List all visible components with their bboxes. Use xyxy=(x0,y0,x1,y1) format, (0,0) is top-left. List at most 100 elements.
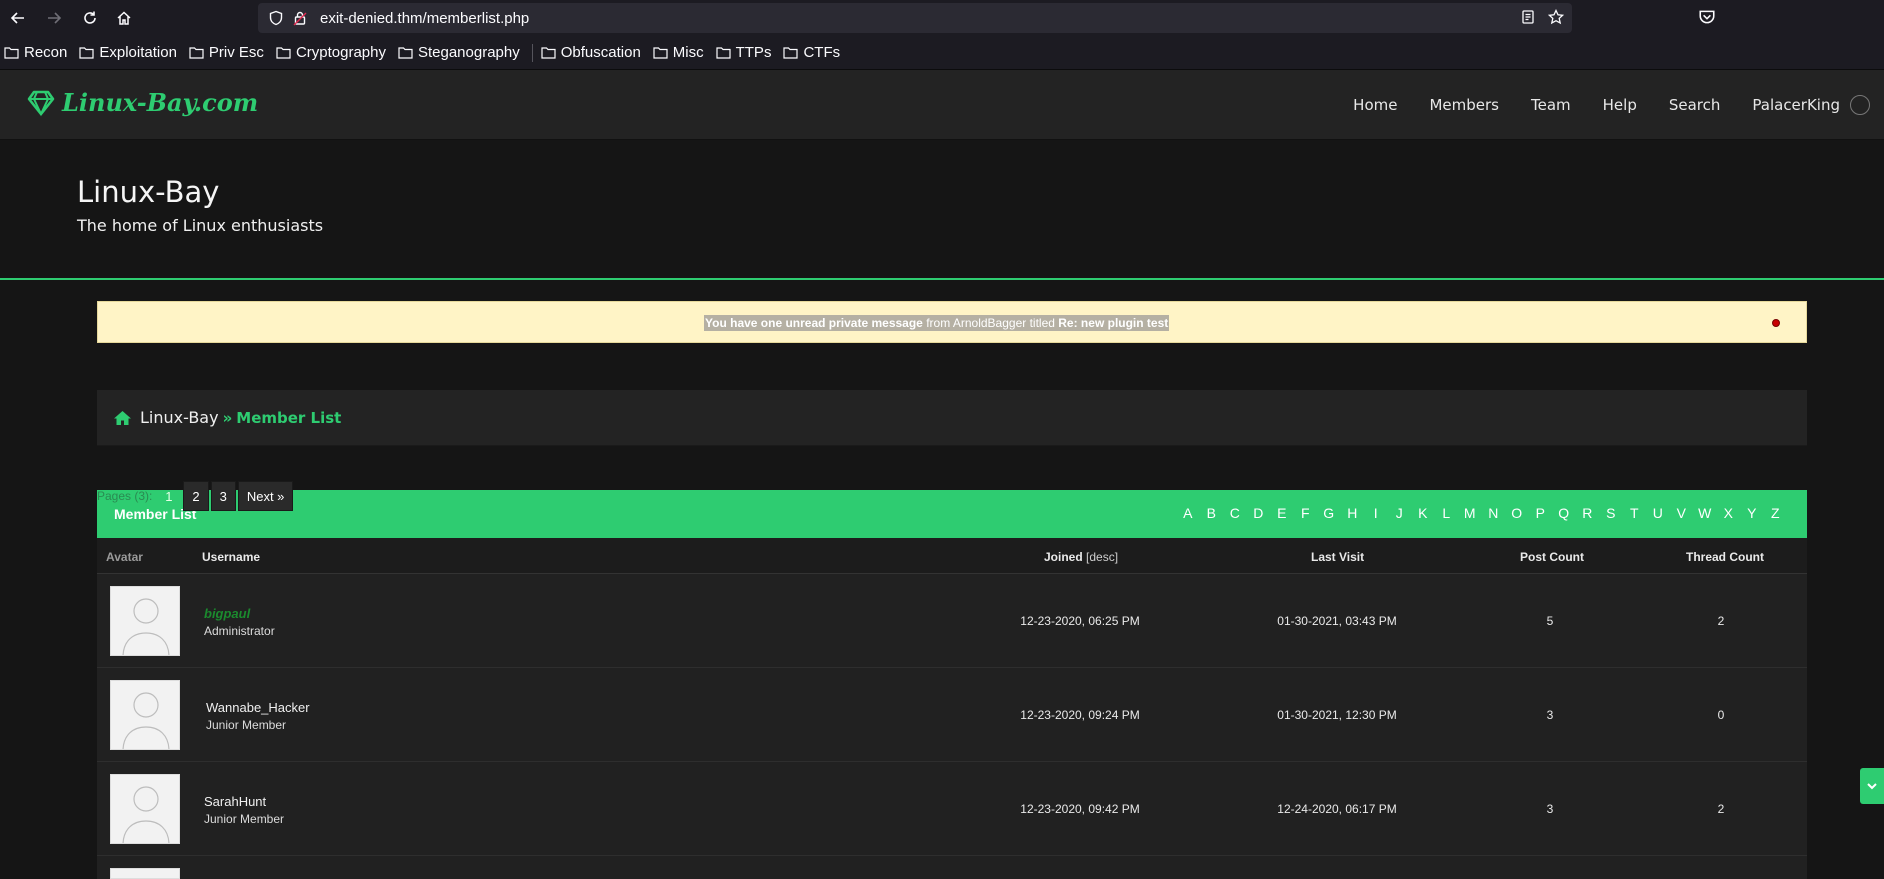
avatar[interactable] xyxy=(110,868,180,879)
bookmark-folder-misc[interactable]: Misc xyxy=(653,44,704,61)
pm-alert-subject[interactable]: Re: new plugin test xyxy=(1058,316,1168,330)
diamond-icon xyxy=(27,90,55,116)
letter-s[interactable]: S xyxy=(1599,505,1623,521)
letter-x[interactable]: X xyxy=(1717,505,1741,521)
reader-view-icon[interactable] xyxy=(1520,9,1536,25)
folder-icon xyxy=(653,47,668,59)
letter-b[interactable]: B xyxy=(1200,505,1224,521)
scroll-down-button[interactable] xyxy=(1860,768,1884,804)
nav-search[interactable]: Search xyxy=(1669,96,1721,114)
bookmark-folder-recon[interactable]: Recon xyxy=(4,44,67,61)
bookmark-folder-exploitation[interactable]: Exploitation xyxy=(79,44,177,61)
thread-count[interactable]: 2 xyxy=(1718,614,1725,628)
bookmark-folder-ctfs[interactable]: CTFs xyxy=(783,44,840,61)
url-text[interactable]: exit-denied.thm/memberlist.php xyxy=(320,10,529,27)
folder-icon xyxy=(783,47,799,59)
letter-a[interactable]: A xyxy=(1176,505,1200,521)
thread-count[interactable]: 2 xyxy=(1718,802,1725,816)
home-icon[interactable] xyxy=(113,410,132,426)
letter-k[interactable]: K xyxy=(1411,505,1435,521)
letter-n[interactable]: N xyxy=(1482,505,1506,521)
letter-u[interactable]: U xyxy=(1646,505,1670,521)
nav-user[interactable]: PalacerKing xyxy=(1752,96,1840,114)
letter-d[interactable]: D xyxy=(1247,505,1271,521)
column-last-visit[interactable]: Last Visit xyxy=(1311,550,1364,564)
letter-v[interactable]: V xyxy=(1670,505,1694,521)
url-bar[interactable]: exit-denied.thm/memberlist.php xyxy=(258,3,1572,33)
avatar[interactable] xyxy=(110,774,180,844)
lock-icon[interactable] xyxy=(292,10,308,26)
column-joined-label[interactable]: Joined xyxy=(1044,550,1083,564)
letter-r[interactable]: R xyxy=(1576,505,1600,521)
username-link[interactable]: Wannabe_Hacker xyxy=(206,700,310,715)
nav-team[interactable]: Team xyxy=(1531,96,1571,114)
back-arrow-icon xyxy=(10,12,24,24)
column-thread-count[interactable]: Thread Count xyxy=(1686,550,1764,564)
home-button[interactable] xyxy=(110,4,138,32)
bookmark-folder-cryptography[interactable]: Cryptography xyxy=(276,44,386,61)
last-visit-date: 12-24-2020, 06:17 PM xyxy=(1277,802,1397,816)
letter-o[interactable]: O xyxy=(1505,505,1529,521)
forward-button[interactable] xyxy=(40,4,68,32)
tracking-shield-icon[interactable] xyxy=(268,10,284,26)
nav-help[interactable]: Help xyxy=(1603,96,1637,114)
letter-f[interactable]: F xyxy=(1294,505,1318,521)
letter-w[interactable]: W xyxy=(1693,505,1717,521)
letter-z[interactable]: Z xyxy=(1764,505,1788,521)
user-avatar[interactable] xyxy=(1850,95,1870,115)
bookmark-folder-steganography[interactable]: Steganography xyxy=(398,44,520,61)
pocket-icon[interactable] xyxy=(1698,8,1716,26)
letter-y[interactable]: Y xyxy=(1740,505,1764,521)
pagination-label: Pages (3): xyxy=(97,489,153,503)
logo-text: Linux-Bay.com xyxy=(62,88,259,117)
default-avatar-icon xyxy=(122,692,170,749)
bookmark-folder-obfuscation[interactable]: Obfuscation xyxy=(541,44,641,61)
letter-g[interactable]: G xyxy=(1317,505,1341,521)
avatar[interactable] xyxy=(110,680,180,750)
breadcrumb-home[interactable]: Linux-Bay xyxy=(140,408,219,427)
letter-l[interactable]: L xyxy=(1435,505,1459,521)
page-link[interactable]: 3 xyxy=(210,481,236,511)
bookmark-star-icon[interactable] xyxy=(1548,9,1564,25)
letter-c[interactable]: C xyxy=(1223,505,1247,521)
pm-alert-link[interactable]: You have one unread private message xyxy=(705,316,923,330)
thread-count[interactable]: 0 xyxy=(1718,708,1725,722)
letter-p[interactable]: P xyxy=(1529,505,1553,521)
letter-e[interactable]: E xyxy=(1270,505,1294,521)
post-count[interactable]: 5 xyxy=(1547,614,1554,628)
letter-i[interactable]: I xyxy=(1364,505,1388,521)
back-button[interactable] xyxy=(4,4,32,32)
dismiss-icon[interactable] xyxy=(1772,319,1780,327)
bookmark-folder-priv-esc[interactable]: Priv Esc xyxy=(189,44,264,61)
site-header: Linux-Bay.com Home Members Team Help Sea… xyxy=(0,70,1884,140)
page-link[interactable]: 2 xyxy=(183,481,209,511)
post-count[interactable]: 3 xyxy=(1547,802,1554,816)
avatar[interactable] xyxy=(110,586,180,656)
post-count[interactable]: 3 xyxy=(1547,708,1554,722)
sort-direction-link[interactable]: [desc] xyxy=(1086,550,1118,564)
column-avatar: Avatar xyxy=(106,550,143,564)
reload-button[interactable] xyxy=(76,4,104,32)
site-logo[interactable]: Linux-Bay.com xyxy=(26,88,258,117)
username-link[interactable]: bigpaul xyxy=(204,606,250,621)
letter-h[interactable]: H xyxy=(1341,505,1365,521)
letter-q[interactable]: Q xyxy=(1552,505,1576,521)
reload-icon xyxy=(84,11,96,24)
letter-j[interactable]: J xyxy=(1388,505,1412,521)
next-page-button[interactable]: Next » xyxy=(237,481,294,511)
pm-alert-text[interactable]: You have one unread private message from… xyxy=(704,315,1170,331)
nav-members[interactable]: Members xyxy=(1429,96,1499,114)
letter-t[interactable]: T xyxy=(1623,505,1647,521)
top-navigation: Home Members Team Help Search PalacerKin… xyxy=(1353,70,1884,140)
bookmark-folder-ttps[interactable]: TTPs xyxy=(716,44,771,61)
breadcrumb: Linux-Bay » Member List xyxy=(97,390,1807,446)
last-visit-date: 01-30-2021, 03:43 PM xyxy=(1277,614,1397,628)
breadcrumb-current[interactable]: Member List xyxy=(236,409,341,427)
bookmarks-toolbar: Recon Exploitation Priv Esc Cryptography… xyxy=(0,36,1884,70)
column-post-count[interactable]: Post Count xyxy=(1520,550,1584,564)
letter-m[interactable]: M xyxy=(1458,505,1482,521)
column-username[interactable]: Username xyxy=(202,550,260,564)
username-link[interactable]: SarahHunt xyxy=(204,794,266,809)
nav-home[interactable]: Home xyxy=(1353,96,1397,114)
column-joined[interactable]: Joined [desc] xyxy=(1044,550,1118,564)
